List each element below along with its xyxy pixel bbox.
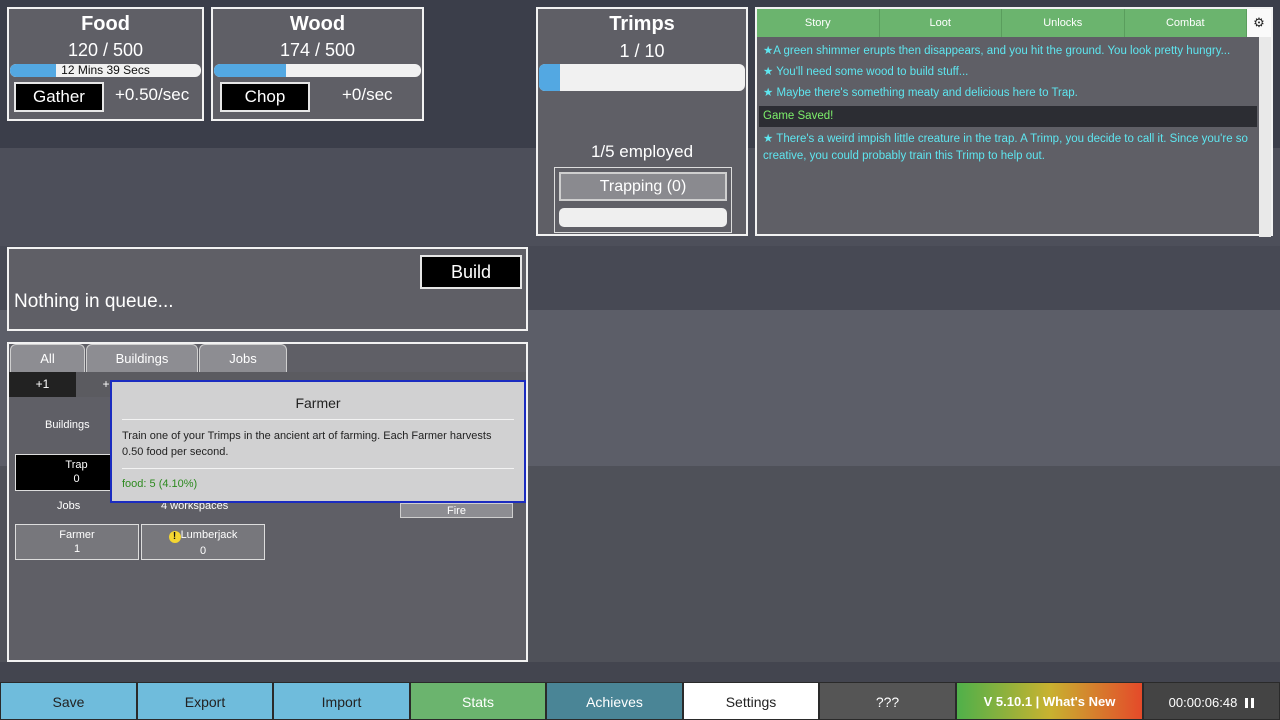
log-entry: ★ You'll need some wood to build stuff..… bbox=[763, 66, 969, 78]
tab-buildings[interactable]: Buildings bbox=[86, 344, 198, 372]
tab-jobs[interactable]: Jobs bbox=[199, 344, 287, 372]
lumberjack-job-button[interactable]: ! Lumberjack 0 bbox=[141, 524, 265, 560]
chop-button[interactable]: Chop bbox=[220, 82, 310, 112]
food-panel: Food 120 / 500 12 Mins 39 Secs Gather +0… bbox=[7, 7, 204, 121]
wood-title: Wood bbox=[289, 13, 346, 35]
farmer-name: Farmer bbox=[59, 529, 95, 541]
wood-progress-fill bbox=[214, 64, 287, 77]
wood-rate: +0/sec bbox=[342, 85, 393, 104]
stats-button[interactable]: Stats bbox=[410, 682, 546, 720]
import-button[interactable]: Import bbox=[273, 682, 410, 720]
wood-panel: Wood 174 / 500 Chop +0/sec bbox=[211, 7, 424, 121]
log-tab-combat[interactable]: Combat bbox=[1124, 9, 1247, 37]
log-tab-loot[interactable]: Loot bbox=[879, 9, 1002, 37]
message-log: Story Loot Unlocks Combat ⚙ ★A green shi… bbox=[755, 7, 1273, 237]
log-tab-story[interactable]: Story bbox=[757, 9, 880, 37]
farmer-count: 1 bbox=[73, 543, 81, 555]
log-entry-saved: Game Saved! bbox=[759, 106, 1257, 127]
log-entry: ★A green shimmer erupts then disappears,… bbox=[763, 45, 1231, 57]
time-text: 00:00:06:48 bbox=[1168, 695, 1238, 710]
food-rate: +0.50/sec bbox=[115, 85, 190, 104]
lumberjack-name: Lumberjack bbox=[180, 529, 238, 541]
food-title: Food bbox=[81, 13, 130, 35]
trimps-count: 1 / 10 bbox=[619, 41, 665, 61]
achieves-button[interactable]: Achieves bbox=[546, 682, 683, 720]
settings-button[interactable]: Settings bbox=[683, 682, 819, 720]
tooltip-divider bbox=[122, 468, 514, 469]
trapping-box: Trapping (0) bbox=[554, 167, 732, 233]
employed-count: 1/5 employed bbox=[590, 142, 694, 161]
trimps-progress-bar bbox=[539, 64, 745, 91]
queue-panel: Build Nothing in queue... bbox=[7, 247, 528, 331]
trimps-title: Trimps bbox=[609, 13, 675, 35]
trapping-progress-bar bbox=[559, 208, 727, 227]
gather-button[interactable]: Gather bbox=[14, 82, 104, 112]
tooltip-text: Train one of your Trimps in the ancient … bbox=[122, 430, 492, 458]
trapping-button[interactable]: Trapping (0) bbox=[559, 172, 727, 201]
lumberjack-count: 0 bbox=[199, 545, 207, 557]
farmer-job-button[interactable]: Farmer 1 bbox=[15, 524, 139, 560]
job-tooltip: Farmer Train one of your Trimps in the a… bbox=[110, 380, 526, 503]
gear-icon[interactable]: ⚙ bbox=[1247, 9, 1271, 37]
game-timer[interactable]: 00:00:06:48 bbox=[1143, 682, 1280, 720]
log-tabs: Story Loot Unlocks Combat bbox=[757, 9, 1247, 37]
build-button[interactable]: Build bbox=[420, 255, 522, 289]
wood-count: 174 / 500 bbox=[279, 40, 356, 60]
food-timer-text: 12 Mins 39 Secs bbox=[61, 64, 150, 77]
trimps-panel: Trimps 1 / 10 1/5 employed Trapping (0) bbox=[536, 7, 748, 236]
footer-bar: Save Export Import Stats Achieves Settin… bbox=[0, 682, 1280, 720]
wood-progress-bar bbox=[214, 64, 421, 77]
log-entry: ★ There's a weird impish little creature… bbox=[763, 133, 1248, 162]
food-count: 120 / 500 bbox=[67, 40, 144, 60]
buildings-label: Buildings bbox=[45, 419, 90, 431]
amount-plus-1-button[interactable]: +1 bbox=[9, 372, 76, 397]
tooltip-title: Farmer bbox=[295, 395, 341, 411]
fire-button[interactable]: Fire bbox=[400, 503, 513, 518]
trimps-progress-fill bbox=[539, 64, 560, 91]
tab-all[interactable]: All bbox=[10, 344, 85, 372]
log-scrollbar[interactable] bbox=[1259, 37, 1271, 237]
version-button[interactable]: V 5.10.1 | What's New bbox=[956, 682, 1143, 720]
log-tab-unlocks[interactable]: Unlocks bbox=[1002, 9, 1125, 37]
log-body: ★A green shimmer erupts then disappears,… bbox=[759, 41, 1257, 237]
queue-status: Nothing in queue... bbox=[14, 291, 174, 312]
warning-icon: ! bbox=[168, 531, 181, 543]
tooltip-cost: food: 5 (4.10%) bbox=[122, 478, 198, 490]
food-progress-bar: 12 Mins 39 Secs bbox=[10, 64, 201, 77]
lumberjack-label-row: ! Lumberjack bbox=[142, 529, 264, 543]
save-button[interactable]: Save bbox=[0, 682, 137, 720]
log-entry: ★ Maybe there's something meaty and deli… bbox=[763, 87, 1078, 99]
unknown-button[interactable]: ??? bbox=[819, 682, 956, 720]
jobs-label: Jobs bbox=[57, 500, 81, 512]
export-button[interactable]: Export bbox=[137, 682, 273, 720]
tooltip-divider bbox=[122, 419, 514, 420]
pause-icon[interactable] bbox=[1245, 698, 1255, 708]
background-band bbox=[0, 662, 1280, 682]
